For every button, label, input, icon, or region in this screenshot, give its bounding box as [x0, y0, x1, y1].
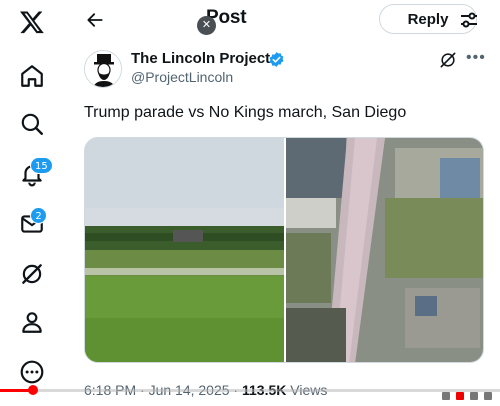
messages-envelope-icon[interactable]: 2 [12, 204, 52, 244]
media-collage [85, 138, 483, 362]
home-icon[interactable] [12, 56, 52, 96]
search-icon[interactable] [12, 104, 52, 144]
post-header: Post ✕ Reply [69, 0, 500, 40]
grok-icon[interactable] [12, 254, 52, 294]
video-controls [442, 392, 492, 400]
notifications-badge: 15 [30, 157, 53, 174]
avatar[interactable] [84, 50, 122, 88]
profile-icon[interactable] [12, 302, 52, 342]
author-name[interactable]: The Lincoln Project [131, 50, 270, 67]
sidebar: 15 2 [0, 0, 64, 406]
messages-badge: 2 [30, 207, 47, 224]
parade-photo [85, 138, 284, 362]
miniplayer-icon[interactable] [470, 392, 478, 400]
settings-icon[interactable] [456, 392, 464, 400]
subtitles-icon[interactable] [442, 392, 450, 400]
video-progress-track[interactable] [0, 389, 500, 392]
fullscreen-icon[interactable] [484, 392, 492, 400]
post-text: Trump parade vs No Kings march, San Dieg… [84, 104, 407, 121]
post-media[interactable] [84, 137, 484, 363]
march-photo [286, 138, 483, 362]
grok-explain-icon[interactable] [438, 50, 458, 70]
sliders-icon[interactable] [457, 8, 481, 32]
author-handle[interactable]: @ProjectLincoln [131, 69, 233, 85]
video-scrubber-handle[interactable] [27, 385, 38, 395]
lincoln-portrait-icon [85, 51, 121, 87]
more-options-icon[interactable]: ••• [466, 49, 486, 67]
close-icon[interactable]: ✕ [197, 16, 216, 35]
verified-badge-icon [269, 52, 284, 67]
back-arrow-icon[interactable] [83, 8, 107, 32]
notifications-bell-icon[interactable]: 15 [12, 154, 53, 194]
x-logo-icon[interactable] [12, 2, 52, 42]
